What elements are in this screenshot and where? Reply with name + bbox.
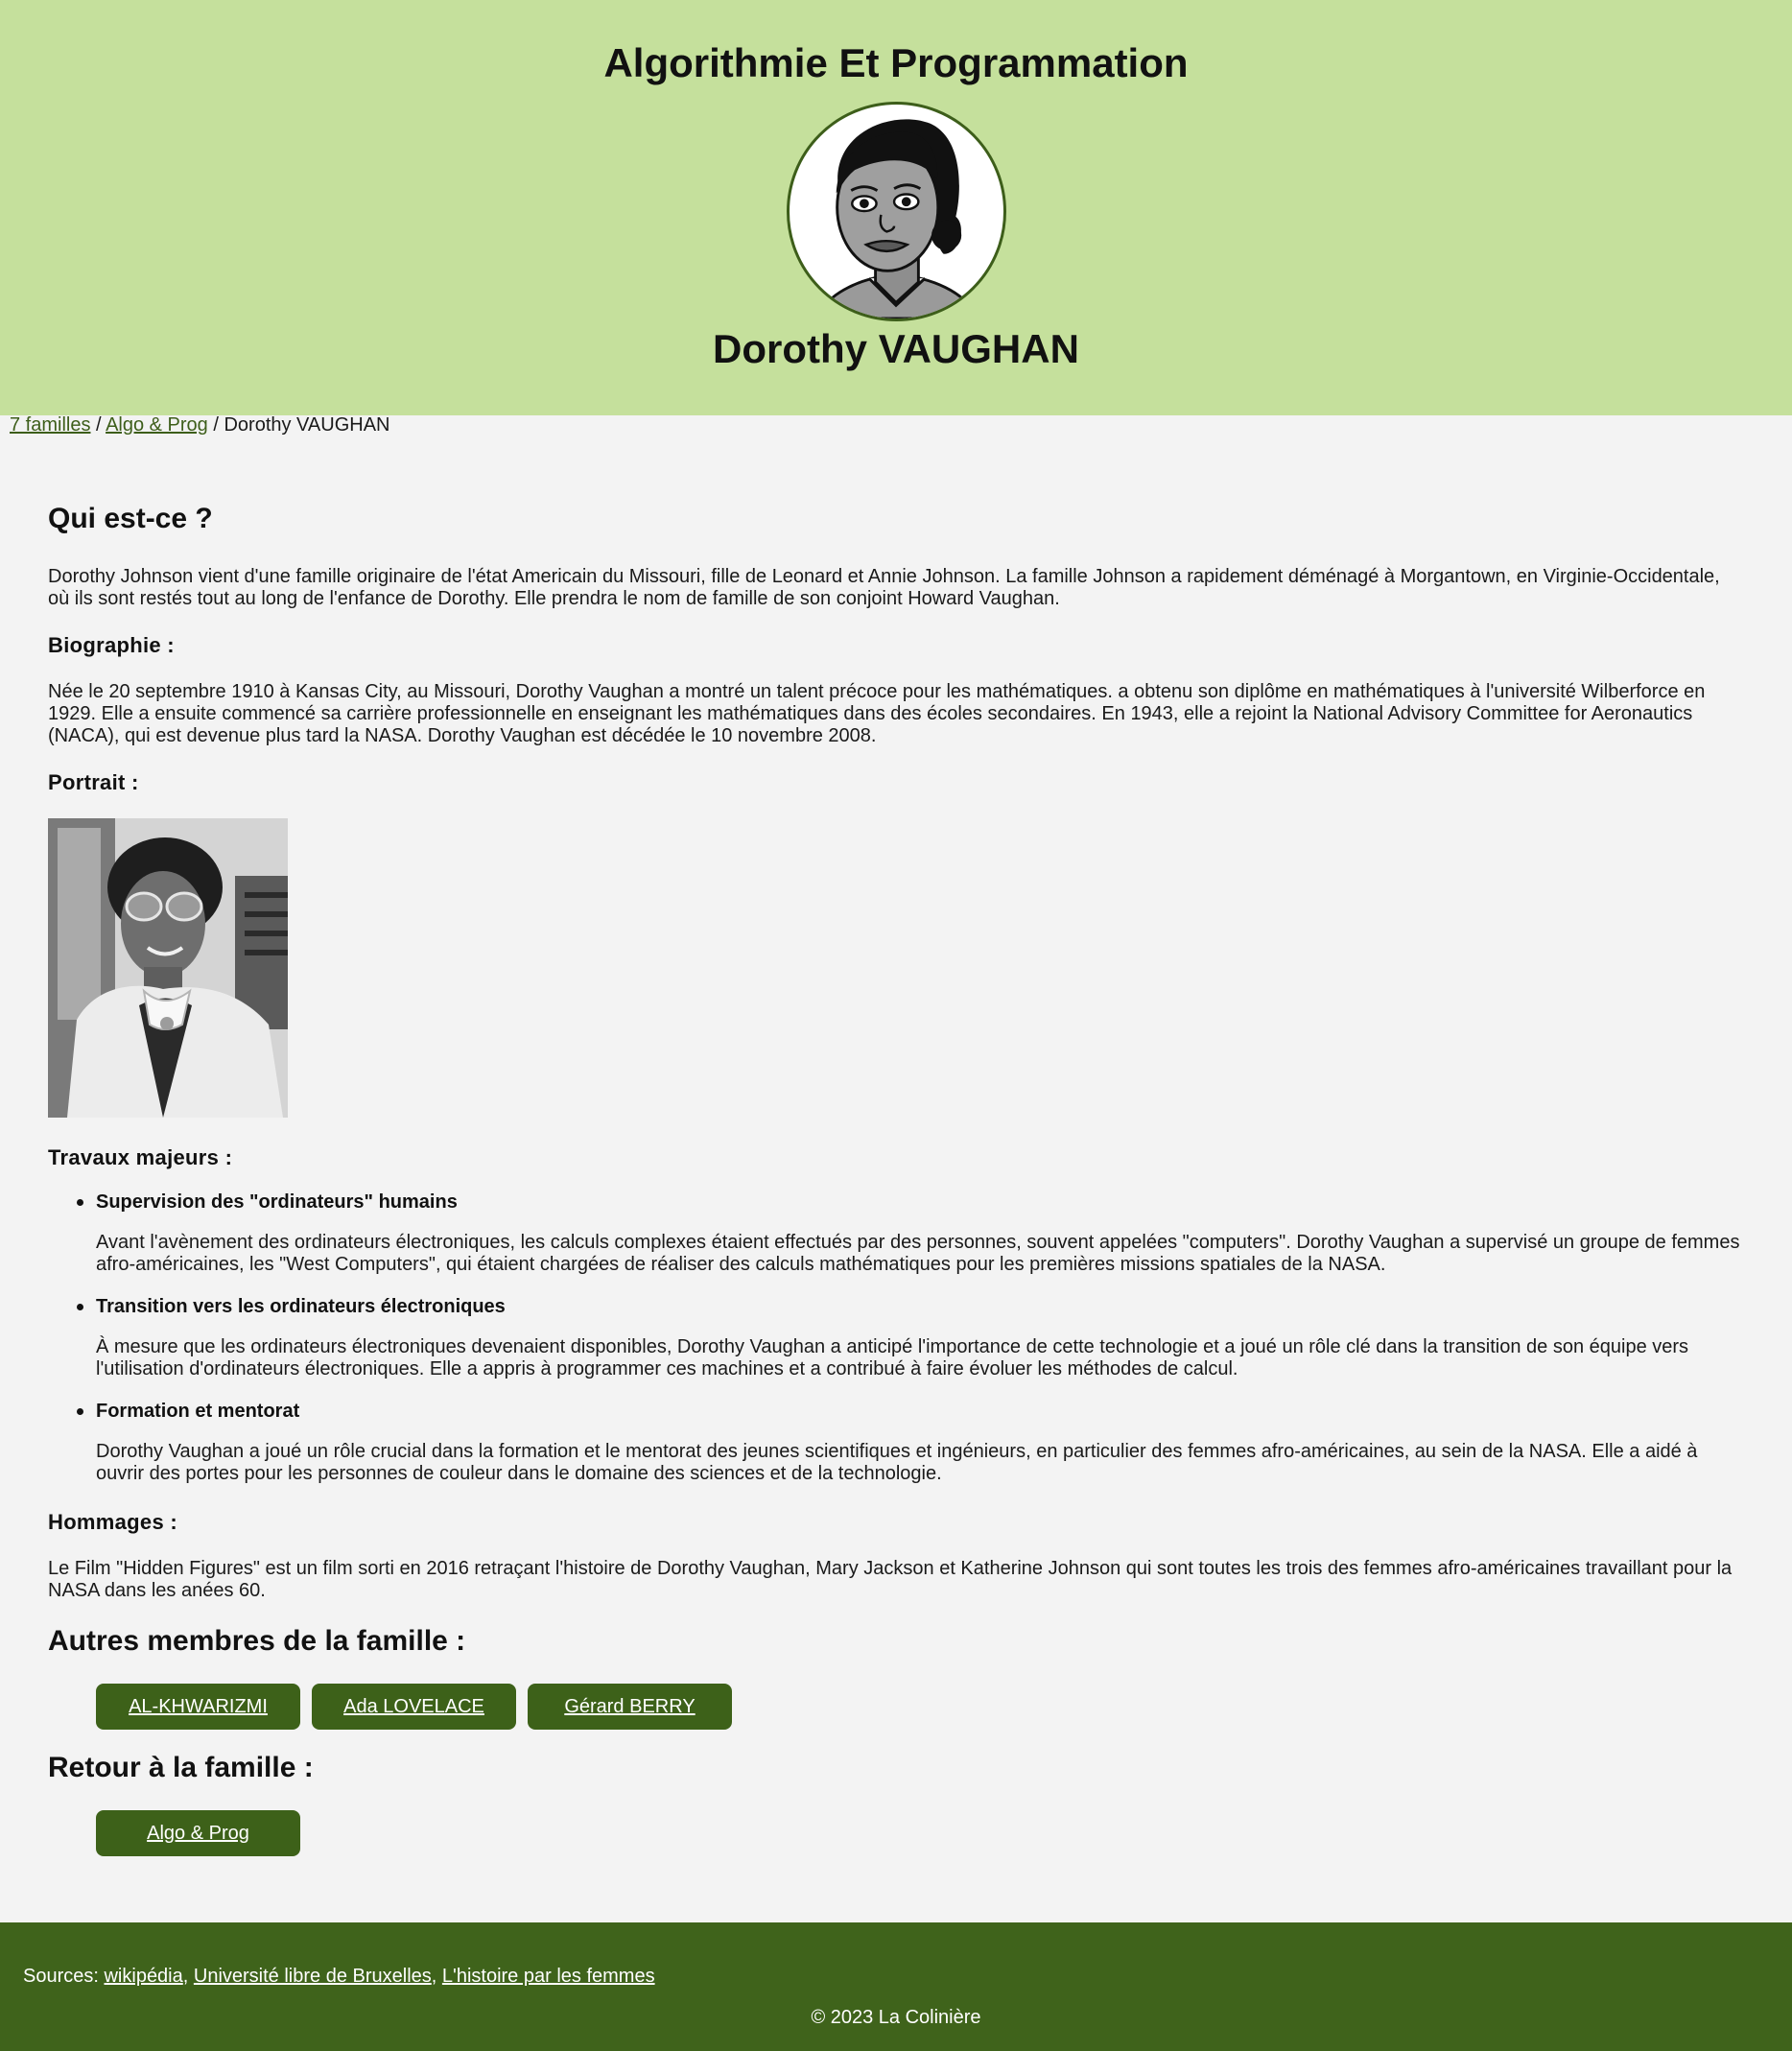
- bullet-icon: [77, 1304, 83, 1310]
- list-item: Formation et mentorat Dorothy Vaughan a …: [77, 1401, 1746, 1484]
- breadcrumb-current: Dorothy VAUGHAN: [224, 414, 390, 436]
- source-link-ulb[interactable]: Université libre de Bruxelles: [194, 1966, 432, 1987]
- work-title: Transition vers les ordinateurs électron…: [96, 1296, 506, 1317]
- cartoon-portrait-icon: [815, 119, 979, 318]
- breadcrumb-link-family[interactable]: Algo & Prog: [106, 414, 208, 436]
- site-footer: Sources: wikipédia, Université libre de …: [0, 1922, 1792, 2051]
- member-button-al-khwarizmi[interactable]: AL-KHWARIZMI: [96, 1684, 300, 1730]
- tributes-text: Le Film "Hidden Figures" est un film sor…: [48, 1558, 1733, 1601]
- portrait-heading: Portrait :: [48, 770, 139, 794]
- avatar: [787, 102, 1006, 321]
- works-heading: Travaux majeurs :: [48, 1145, 233, 1169]
- biography-heading: Biographie :: [48, 633, 175, 657]
- other-members-heading: Autres membres de la famille :: [48, 1625, 466, 1657]
- list-item: Supervision des "ordinateurs" humains Av…: [77, 1191, 1746, 1275]
- breadcrumb-separator: /: [207, 414, 224, 436]
- biography-text: Née le 20 septembre 1910 à Kansas City, …: [48, 681, 1706, 746]
- bullet-icon: [77, 1408, 83, 1415]
- site-header: Algorithmie Et Programmation Dorothy VAU…: [0, 0, 1792, 415]
- breadcrumb-separator: /: [90, 414, 106, 436]
- breadcrumb: 7 familles / Algo & Prog / Dorothy VAUGH…: [10, 414, 389, 436]
- breadcrumb-link-families[interactable]: 7 familles: [10, 414, 90, 436]
- list-item: Transition vers les ordinateurs électron…: [77, 1296, 1746, 1379]
- member-button-ada-lovelace[interactable]: Ada LOVELACE: [312, 1684, 516, 1730]
- who-heading: Qui est-ce ?: [48, 503, 213, 534]
- back-to-family-heading: Retour à la famille :: [48, 1752, 314, 1783]
- portrait-photo-image: [48, 818, 288, 1118]
- sources-label: Sources:: [23, 1966, 105, 1987]
- source-link-wikipedia[interactable]: wikipédia: [104, 1966, 182, 1987]
- family-button-algo-prog[interactable]: Algo & Prog: [96, 1810, 300, 1856]
- who-text: Dorothy Johnson vient d'une famille orig…: [48, 566, 1720, 609]
- portrait-photo: [48, 818, 288, 1118]
- copyright: © 2023 La Colinière: [811, 2007, 981, 2028]
- work-title: Formation et mentorat: [96, 1401, 300, 1422]
- source-separator: ,: [182, 1966, 194, 1987]
- work-description: À mesure que les ordinateurs électroniqu…: [96, 1336, 1689, 1379]
- person-name: Dorothy VAUGHAN: [713, 326, 1079, 371]
- source-link-histoire-femmes[interactable]: L'histoire par les femmes: [442, 1966, 655, 1987]
- sources: Sources: wikipédia, Université libre de …: [23, 1966, 655, 1988]
- member-button-gerard-berry[interactable]: Gérard BERRY: [528, 1684, 732, 1730]
- work-description: Dorothy Vaughan a joué un rôle crucial d…: [96, 1441, 1698, 1484]
- bullet-icon: [77, 1199, 83, 1206]
- tributes-heading: Hommages :: [48, 1510, 178, 1534]
- source-separator: ,: [431, 1966, 442, 1987]
- work-title: Supervision des "ordinateurs" humains: [96, 1191, 458, 1213]
- work-description: Avant l'avènement des ordinateurs électr…: [96, 1232, 1740, 1275]
- site-title: Algorithmie Et Programmation: [603, 40, 1189, 85]
